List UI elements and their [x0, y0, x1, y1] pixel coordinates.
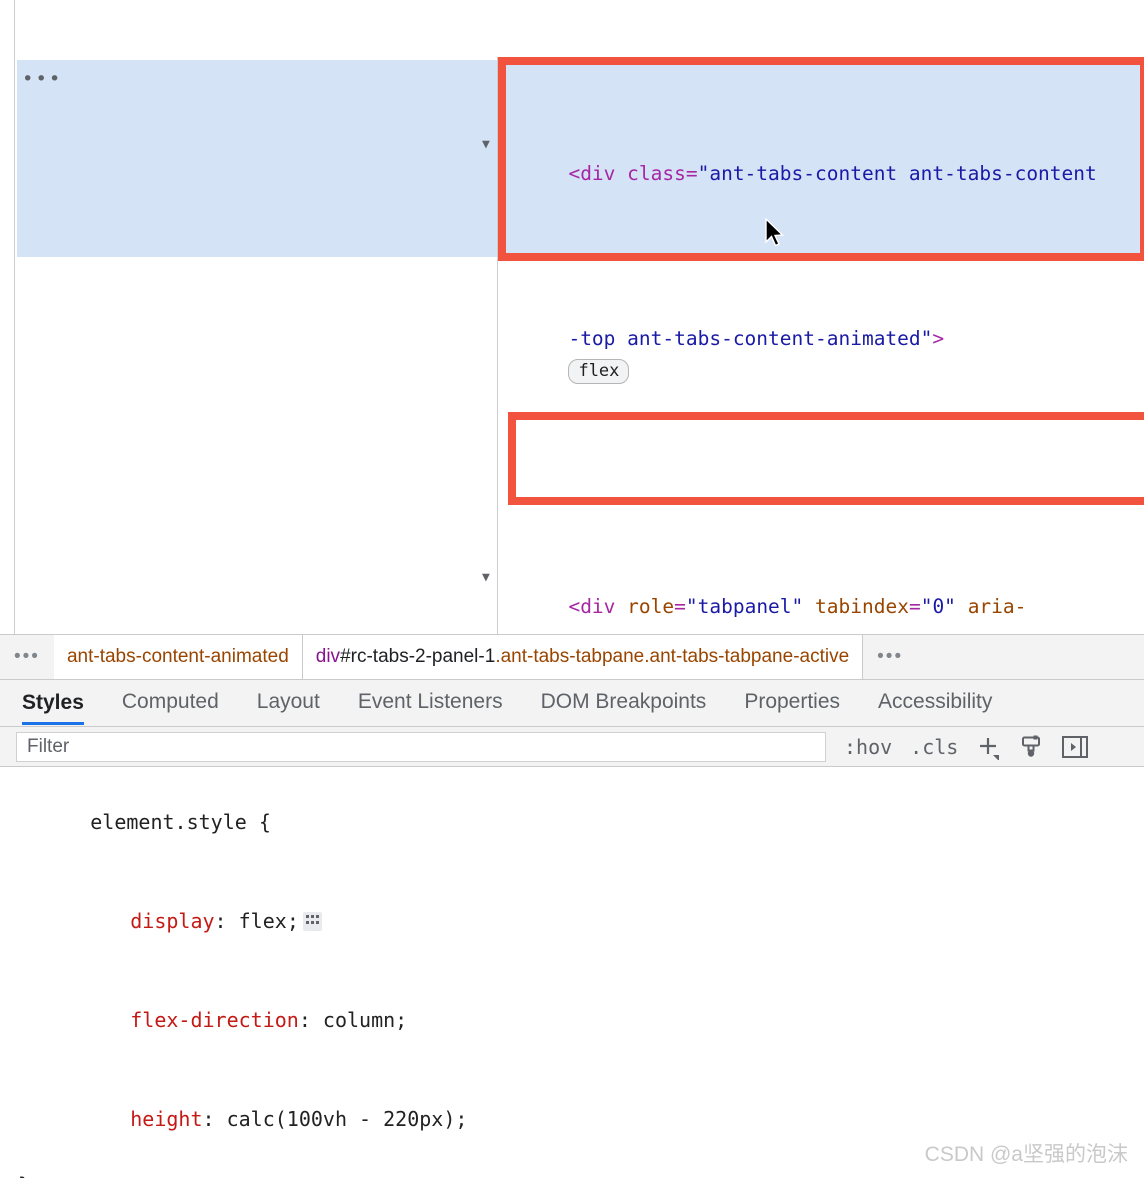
indent-guide-line [14, 0, 15, 634]
dom-tag-open: <div class= [568, 162, 698, 185]
rule-selector: element.style [90, 810, 247, 834]
chevron-down-icon-tabpanel[interactable]: ▼ [482, 571, 490, 584]
declaration-property: display [130, 909, 215, 933]
declaration-flex-direction[interactable]: flex-direction: column; [0, 971, 1144, 1070]
computed-styles-brush-button[interactable] [1018, 734, 1044, 760]
dom-attr-tabindex-value: "0" [920, 595, 956, 618]
declaration-value: calc(100vh - 220px) [226, 1107, 456, 1131]
plus-icon [980, 737, 1000, 760]
sidebar-pane-tabs[interactable]: Styles Computed Layout Event Listeners D… [0, 680, 1144, 727]
dom-attr-ariahidden-part1: aria- [967, 595, 1027, 618]
breadcrumb-id: #rc-tabs-2-panel-1 [340, 646, 496, 667]
breadcrumb-item-selected[interactable]: div #rc-tabs-2-panel-1 .ant-tabs-tabpane.a… [301, 635, 864, 679]
watermark: CSDN @a坚强的泡沫 [924, 1143, 1128, 1166]
dom-tree-panel[interactable]: ••• ▼ <div class="ant-tabs-content ant-ta… [0, 0, 1144, 634]
tab-layout[interactable]: Layout [257, 690, 320, 716]
declaration-display[interactable]: display: flex; [0, 872, 1144, 971]
style-rule-element-style[interactable]: element.style { display: flex; flex-dire… [0, 767, 1144, 1178]
flexbox-editor-icon[interactable] [302, 912, 322, 931]
breadcrumb-classes: .ant-tabs-tabpane.ant-tabs-tabpane-activ… [495, 646, 850, 667]
breadcrumb-tag: div [315, 646, 341, 667]
dom-node-ant-tabs-content[interactable]: ▼ <div class="ant-tabs-content ant-tabs-c… [482, 124, 1144, 223]
toggle-sidebar-button[interactable] [1061, 733, 1089, 761]
rule-closing-brace: } [0, 1169, 1144, 1178]
breadcrumb-item-label: ant-tabs-content-animated [66, 646, 289, 667]
dom-attr-tabindex: tabindex [815, 595, 909, 618]
tab-dom-breakpoints[interactable]: DOM Breakpoints [541, 690, 707, 716]
dom-attr-role: role [627, 595, 675, 618]
styles-rules-list[interactable]: element.style { display: flex; flex-dire… [0, 767, 1144, 1178]
declaration-property: height [130, 1107, 203, 1131]
rule-selector-line[interactable]: element.style { [0, 773, 1144, 872]
toggle-sidebar-icon [1062, 735, 1089, 758]
collapsed-children-ellipsis[interactable]: ••• [22, 70, 62, 89]
tab-properties[interactable]: Properties [744, 690, 840, 716]
breadcrumb[interactable]: ••• ant-tabs-content-animated div #rc-tab… [0, 634, 1144, 680]
tab-accessibility[interactable]: Accessibility [878, 690, 992, 716]
dom-node-tabpanel[interactable]: ▼ <div role="tabpanel" tabindex="0" aria- [482, 557, 1144, 634]
styles-toolbar[interactable]: Filter :hov .cls [0, 727, 1144, 767]
breadcrumb-overflow-left[interactable]: ••• [0, 635, 54, 679]
tab-styles[interactable]: Styles [22, 691, 84, 725]
cls-button[interactable]: .cls [910, 735, 958, 759]
tab-computed[interactable]: Computed [122, 690, 219, 716]
declaration-value: column [322, 1008, 396, 1032]
declaration-value: flex [238, 909, 287, 933]
flex-badge[interactable]: flex [568, 359, 630, 384]
dom-tag-close-bracket: > [932, 327, 945, 350]
dom-tree-markup[interactable]: ▼ <div class="ant-tabs-content ant-tabs-c… [482, 0, 1144, 634]
declaration-property: flex-direction [130, 1008, 299, 1032]
dom-attr-class-value: "ant-tabs-content ant-tabs-content [697, 162, 1097, 185]
dom-node-ant-tabs-content-cont[interactable]: -top ant-tabs-content-animated"> flex [498, 289, 1144, 421]
chevron-down-icon[interactable]: ▼ [482, 138, 490, 151]
hov-button[interactable]: :hov [844, 735, 892, 759]
new-style-rule-button[interactable] [975, 734, 1001, 760]
dom-tag-div-open: <div [568, 595, 628, 618]
tab-event-listeners[interactable]: Event Listeners [358, 690, 503, 716]
dom-attr-class-value-2: -top ant-tabs-content-animated" [568, 327, 933, 350]
filter-input[interactable]: Filter [16, 731, 826, 762]
breadcrumb-item-ant-tabs-content-animated[interactable]: ant-tabs-content-animated [53, 635, 302, 679]
dom-attr-role-value: "tabpanel" [685, 595, 804, 618]
paintbrush-icon [1022, 735, 1041, 757]
breadcrumb-overflow-right[interactable]: ••• [863, 635, 917, 679]
